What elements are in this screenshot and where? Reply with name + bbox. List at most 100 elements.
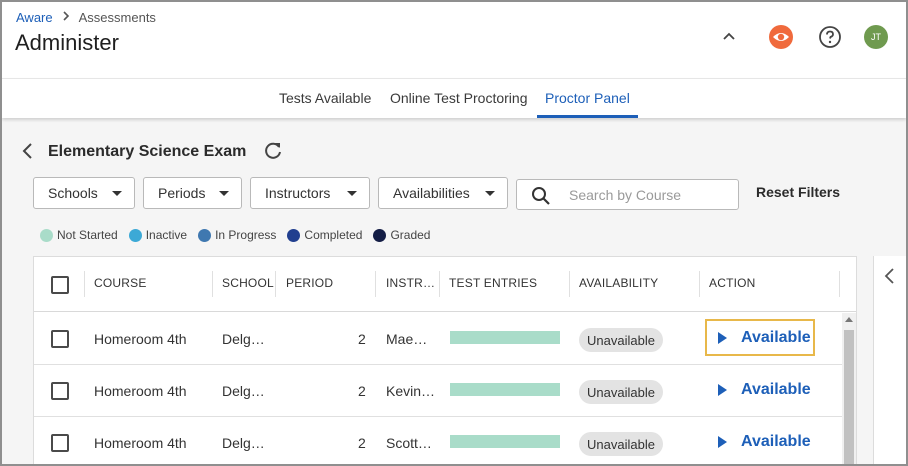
column-divider — [84, 271, 85, 297]
search-box — [516, 179, 739, 210]
chevron-left-icon[interactable] — [880, 266, 900, 286]
legend-item-completed: Completed — [287, 228, 362, 242]
make-available-button[interactable]: Available — [705, 371, 815, 408]
cell-instructor: Kevin… — [386, 383, 436, 399]
side-panel-toggle[interactable] — [873, 256, 906, 464]
app-frame: Aware Assessments Administer JT Tests Av… — [0, 0, 908, 466]
cell-period: 2 — [358, 331, 366, 347]
cell-course: Homeroom 4th — [94, 331, 187, 347]
proctor-table: COURSE SCHOOL PERIOD INSTR… TEST ENTRIES… — [33, 256, 857, 464]
row-checkbox[interactable] — [51, 382, 69, 400]
action-label: Available — [741, 328, 811, 346]
column-divider — [212, 271, 213, 297]
play-icon — [718, 331, 727, 344]
legend-dot — [287, 228, 301, 242]
back-chevron-icon[interactable] — [18, 140, 38, 162]
cell-period: 2 — [358, 383, 366, 399]
breadcrumb-root-link[interactable]: Aware — [16, 10, 53, 25]
table-row: Homeroom 4th Delg… 2 Scott… Unavailable … — [34, 417, 842, 464]
status-legend: Not Started Inactive In Progress Complet… — [40, 228, 441, 242]
table-scrollbar[interactable] — [842, 313, 856, 464]
page-title: Administer — [15, 30, 119, 55]
row-checkbox[interactable] — [51, 330, 69, 348]
select-all-checkbox[interactable] — [51, 276, 69, 294]
tab-online-test-proctoring[interactable]: Online Test Proctoring — [390, 90, 527, 106]
column-divider — [699, 271, 700, 297]
legend-item-graded: Graded — [373, 228, 430, 242]
make-available-button[interactable]: Available — [705, 423, 815, 460]
table-row: Homeroom 4th Delg… 2 Kevin… Unavailable … — [34, 365, 842, 417]
legend-dot — [128, 228, 142, 242]
scrollbar-thumb[interactable] — [844, 330, 854, 464]
breadcrumb: Aware Assessments — [16, 9, 156, 25]
legend-item-inactive: Inactive — [128, 228, 187, 242]
legend-item-not-started: Not Started — [40, 228, 118, 242]
column-divider — [569, 271, 570, 297]
breadcrumb-separator — [61, 9, 71, 25]
availabilities-filter-dropdown[interactable]: Availabilities — [378, 177, 508, 209]
legend-label: Not Started — [57, 228, 118, 242]
main-content: Elementary Science Exam Schools Periods … — [2, 118, 906, 464]
column-divider — [439, 271, 440, 297]
search-icon — [531, 186, 551, 206]
test-entries-bar — [450, 383, 560, 396]
tab-bar: Tests Available Online Test Proctoring P… — [2, 78, 906, 118]
cell-school: Delg… — [222, 435, 265, 451]
table-header: COURSE SCHOOL PERIOD INSTR… TEST ENTRIES… — [34, 257, 856, 312]
periods-filter-label: Periods — [158, 185, 206, 201]
caret-down-icon — [485, 191, 495, 196]
row-checkbox[interactable] — [51, 434, 69, 452]
action-label: Available — [741, 432, 811, 450]
schools-filter-dropdown[interactable]: Schools — [33, 177, 135, 209]
tab-tests-available[interactable]: Tests Available — [279, 90, 371, 106]
cell-school: Delg… — [222, 383, 265, 399]
availability-badge: Unavailable — [579, 328, 663, 352]
column-header-school[interactable]: SCHOOL — [222, 276, 274, 290]
legend-label: Graded — [390, 228, 431, 242]
play-icon — [718, 383, 727, 396]
caret-down-icon — [347, 191, 357, 196]
cell-course: Homeroom 4th — [94, 435, 187, 451]
legend-label: Completed — [304, 228, 363, 242]
eye-icon[interactable] — [768, 24, 794, 50]
column-header-course[interactable]: COURSE — [94, 276, 147, 290]
make-available-button[interactable]: Available — [705, 319, 815, 356]
header: Aware Assessments Administer JT — [2, 2, 906, 78]
column-header-test-entries[interactable]: TEST ENTRIES — [449, 276, 537, 290]
periods-filter-dropdown[interactable]: Periods — [143, 177, 242, 209]
legend-dot — [373, 228, 387, 242]
column-divider — [275, 271, 276, 297]
cell-course: Homeroom 4th — [94, 383, 187, 399]
test-entries-bar — [450, 435, 560, 448]
tab-proctor-panel[interactable]: Proctor Panel — [545, 90, 630, 106]
help-icon[interactable] — [817, 24, 843, 50]
action-label: Available — [741, 380, 811, 398]
column-header-action: ACTION — [709, 276, 756, 290]
play-icon — [718, 435, 727, 448]
column-header-period[interactable]: PERIOD — [286, 276, 333, 290]
cell-instructor: Scott… — [386, 435, 432, 451]
instructors-filter-dropdown[interactable]: Instructors — [250, 177, 370, 209]
column-divider — [839, 271, 840, 297]
cell-instructor: Mae… — [386, 331, 428, 347]
search-input[interactable] — [569, 185, 729, 205]
cell-period: 2 — [358, 435, 366, 451]
cell-school: Delg… — [222, 331, 265, 347]
column-header-availability[interactable]: AVAILABILITY — [579, 276, 658, 290]
reset-filters-button[interactable]: Reset Filters — [756, 184, 840, 200]
scroll-up-arrow-icon[interactable] — [845, 317, 853, 322]
column-divider — [375, 271, 376, 297]
instructors-filter-label: Instructors — [265, 185, 331, 201]
availability-badge: Unavailable — [579, 380, 663, 404]
table-row: Homeroom 4th Delg… 2 Mae… Unavailable Av… — [34, 313, 842, 365]
legend-dot — [198, 228, 212, 242]
caret-down-icon — [219, 191, 229, 196]
schools-filter-label: Schools — [48, 185, 98, 201]
caret-down-icon — [112, 191, 122, 196]
refresh-icon[interactable] — [262, 140, 284, 162]
test-entries-bar — [450, 331, 560, 344]
column-header-instructor[interactable]: INSTR… — [386, 276, 435, 290]
chevron-up-icon[interactable] — [716, 24, 742, 50]
avatar[interactable]: JT — [864, 25, 888, 49]
legend-dot — [40, 228, 53, 242]
